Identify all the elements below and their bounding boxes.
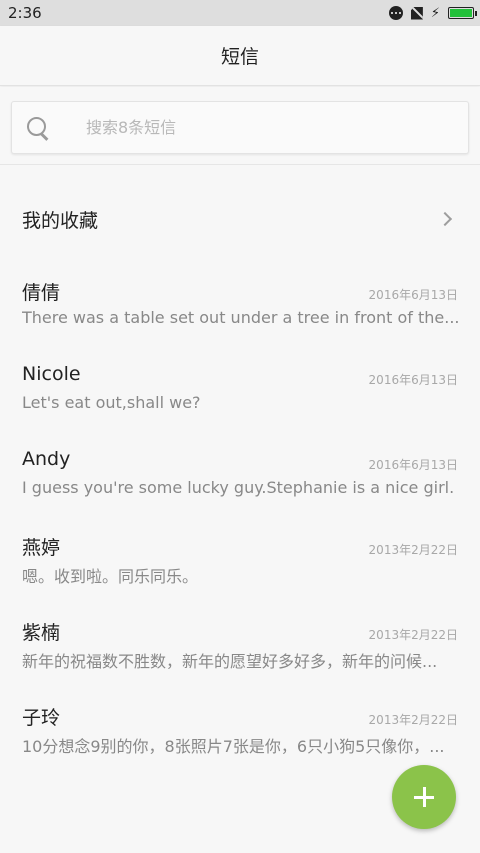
message-item[interactable]: 倩倩 2016年6月13日 There was a table set out … xyxy=(0,270,480,355)
message-date: 2016年6月13日 xyxy=(368,458,458,472)
message-item[interactable]: 子玲 2013年2月22日 10分想念9别的你，8张照片7张是你，6只小狗5只像… xyxy=(0,695,480,780)
chevron-right-icon xyxy=(437,211,453,227)
message-preview: 新年的祝福数不胜数，新年的愿望好多好多，新年的问候... xyxy=(22,652,438,671)
battery-icon xyxy=(448,7,477,19)
search-input[interactable] xyxy=(86,118,416,137)
title-bar: 短信 xyxy=(0,26,480,86)
status-bar: 2:36 ⚡ xyxy=(0,0,480,26)
no-sim-icon xyxy=(410,6,423,20)
plus-icon xyxy=(414,787,434,807)
message-list: 倩倩 2016年6月13日 There was a table set out … xyxy=(0,270,480,780)
message-date: 2016年6月13日 xyxy=(368,373,458,387)
favorites-row[interactable]: 我的收藏 xyxy=(0,180,480,258)
new-message-button[interactable] xyxy=(392,765,456,829)
message-sender: 紫楠 xyxy=(22,622,61,644)
message-item[interactable]: Nicole 2016年6月13日 Let's eat out,shall we… xyxy=(0,355,480,440)
message-item[interactable]: Andy 2016年6月13日 I guess you're some luck… xyxy=(0,440,480,525)
message-preview: I guess you're some lucky guy.Stephanie … xyxy=(22,478,455,497)
message-item[interactable]: 燕婷 2013年2月22日 嗯。收到啦。同乐同乐。 xyxy=(0,525,480,610)
charging-bolt-icon: ⚡ xyxy=(430,5,440,21)
search-box[interactable] xyxy=(11,101,469,154)
message-item[interactable]: 紫楠 2013年2月22日 新年的祝福数不胜数，新年的愿望好多好多，新年的问候.… xyxy=(0,610,480,695)
page-title: 短信 xyxy=(220,46,259,68)
message-preview: Let's eat out,shall we? xyxy=(22,393,201,412)
message-sender: Andy xyxy=(22,448,71,470)
message-sender: 子玲 xyxy=(22,707,61,729)
more-dots-icon xyxy=(388,6,403,20)
battery-fill xyxy=(450,9,472,17)
message-sender: Nicole xyxy=(22,363,81,385)
search-section xyxy=(0,87,480,165)
search-icon xyxy=(26,116,50,140)
message-sender: 倩倩 xyxy=(22,282,61,304)
status-icons: ⚡ xyxy=(388,5,477,21)
message-preview: There was a table set out under a tree i… xyxy=(22,308,458,327)
message-preview: 10分想念9别的你，8张照片7张是你，6只小狗5只像你，... xyxy=(22,737,445,756)
message-date: 2016年6月13日 xyxy=(368,288,458,302)
message-preview: 嗯。收到啦。同乐同乐。 xyxy=(22,567,199,586)
favorites-label: 我的收藏 xyxy=(22,209,99,232)
message-date: 2013年2月22日 xyxy=(368,543,458,557)
message-sender: 燕婷 xyxy=(22,537,61,559)
message-date: 2013年2月22日 xyxy=(368,713,458,727)
message-date: 2013年2月22日 xyxy=(368,628,458,642)
status-time: 2:36 xyxy=(8,4,42,22)
